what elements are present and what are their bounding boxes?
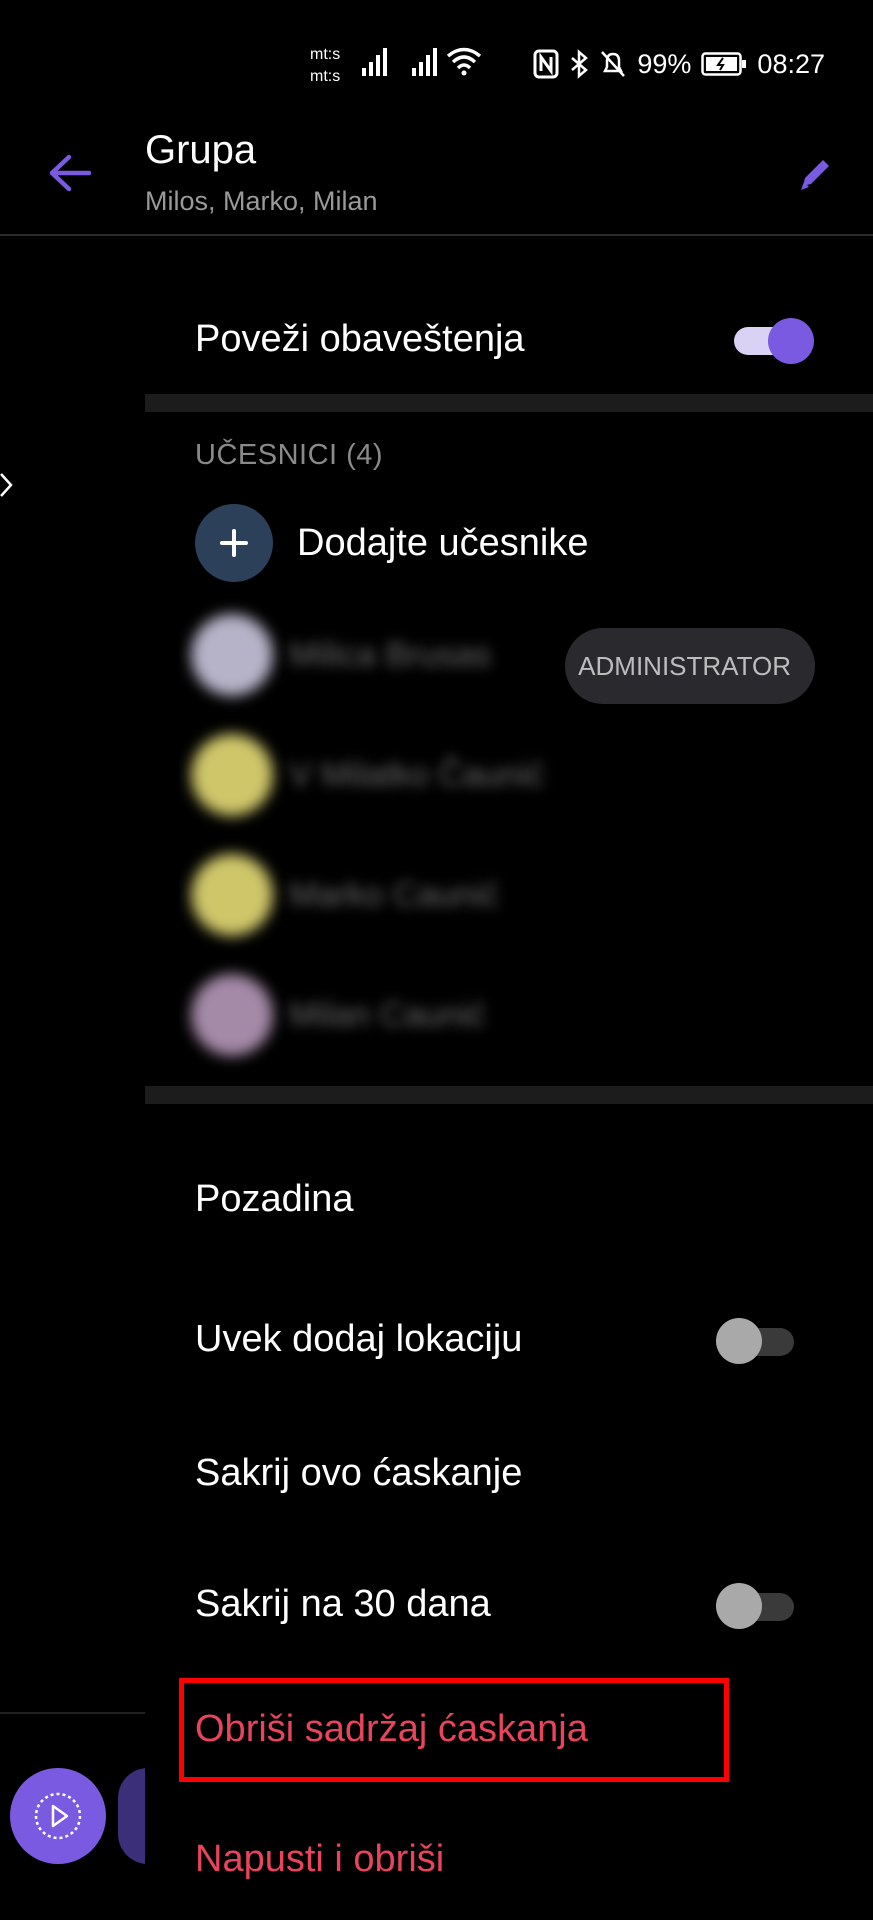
member-name: Milica Brusas <box>289 636 492 674</box>
participants-header: UČESNICI (4) <box>195 439 384 471</box>
list-item[interactable]: Marko Caunić <box>179 836 609 946</box>
clock: 08:27 <box>757 48 825 79</box>
play-button[interactable] <box>10 1768 106 1864</box>
highlight-box <box>179 1678 729 1782</box>
carrier-1: mt:s <box>310 46 341 63</box>
add-participant-button[interactable] <box>195 504 273 582</box>
status-bar: mt:s mt:s 99% 08:27 <box>0 0 873 110</box>
battery-icon <box>701 52 747 76</box>
avatar <box>191 734 273 816</box>
list-item[interactable]: Milica Brusas <box>179 596 609 706</box>
notifications-toggle[interactable] <box>734 318 814 364</box>
participants-list: Milica Brusas V Milatko Čaunić Marko Cau… <box>179 596 609 1080</box>
admin-badge-label: ADMINISTRATOR <box>578 650 791 681</box>
location-row[interactable]: Uvek dodaj lokaciju <box>145 1296 873 1386</box>
avatar <box>191 614 273 696</box>
back-button[interactable] <box>42 146 96 200</box>
arrow-left-icon <box>49 154 91 192</box>
list-item[interactable]: V Milatko Čaunić <box>179 716 609 826</box>
chevron-right-icon <box>0 473 13 497</box>
hide-chat-row[interactable]: Sakrij ovo ćaskanje <box>145 1430 873 1520</box>
play-circle-icon <box>34 1792 82 1840</box>
secondary-button[interactable] <box>118 1768 148 1864</box>
avatar <box>191 854 273 936</box>
divider <box>0 1712 145 1714</box>
add-participants-row[interactable]: Dodajte učesnike <box>185 498 745 588</box>
page-title: Grupa <box>145 128 257 172</box>
avatar <box>191 974 273 1056</box>
notifications-label: Poveži obaveštenja <box>195 318 525 360</box>
signal-icon <box>362 48 387 76</box>
leave-delete-label: Napusti i obriši <box>195 1838 445 1880</box>
plus-icon <box>220 529 248 557</box>
hide-30-days-row[interactable]: Sakrij na 30 dana <box>145 1561 873 1651</box>
notifications-row[interactable]: Poveži obaveštenja <box>145 296 873 386</box>
member-name: Milan Caunić <box>289 996 486 1034</box>
wifi-icon <box>446 47 482 76</box>
battery-percent: 99% <box>637 48 692 79</box>
chat-settings-panel: Poveži obaveštenja UČESNICI (4) Dodajte … <box>145 236 873 1920</box>
location-toggle[interactable] <box>716 1318 796 1364</box>
carrier-2: mt:s <box>310 68 341 85</box>
background-row[interactable]: Pozadina <box>145 1156 873 1246</box>
pencil-icon <box>801 160 829 190</box>
section-divider <box>145 1086 873 1104</box>
nfc-icon <box>533 49 559 79</box>
hide-30-days-toggle[interactable] <box>716 1583 796 1629</box>
hide-30-days-label: Sakrij na 30 dana <box>195 1583 491 1625</box>
list-item[interactable]: Milan Caunić <box>179 956 609 1066</box>
section-divider <box>145 394 873 412</box>
bell-off-icon <box>601 51 626 77</box>
group-members-subtitle: Milos, Marko, Milan <box>145 186 378 216</box>
carrier-labels: mt:s mt:s <box>310 44 340 88</box>
status-right: 99% 08:27 <box>533 44 825 84</box>
add-participants-label: Dodajte učesnike <box>297 522 589 564</box>
hide-chat-label: Sakrij ovo ćaskanje <box>195 1452 523 1494</box>
member-name: Marko Caunić <box>289 876 499 914</box>
bluetooth-icon <box>571 49 589 79</box>
chat-info-header: Grupa Milos, Marko, Milan <box>0 110 873 236</box>
background-label: Pozadina <box>195 1178 354 1220</box>
edit-button[interactable] <box>791 148 841 198</box>
location-label: Uvek dodaj lokaciju <box>195 1318 523 1360</box>
signal-icon-2 <box>412 48 437 76</box>
member-name: V Milatko Čaunić <box>289 756 545 794</box>
leave-delete-row[interactable]: Napusti i obriši <box>145 1816 873 1906</box>
